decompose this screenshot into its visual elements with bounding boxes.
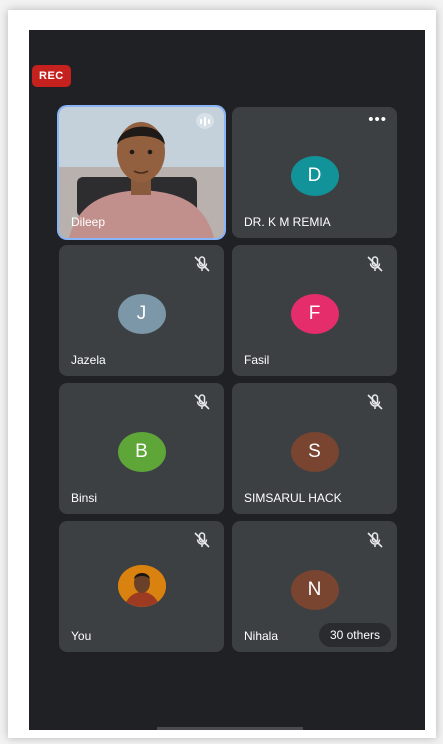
participant-tile-binsi[interactable]: B Binsi <box>59 383 224 514</box>
avatar: N <box>290 570 339 610</box>
meeting-screen: REC Dileep ••• D DR. K M REMIA J Jazela … <box>29 30 425 730</box>
participant-tile-jazela[interactable]: J Jazela <box>59 245 224 376</box>
participant-name: You <box>71 629 92 643</box>
mic-off-icon <box>367 256 383 272</box>
participant-name: SIMSARUL HACK <box>244 491 342 505</box>
participant-name: Binsi <box>71 491 98 505</box>
mic-off-icon <box>367 394 383 410</box>
participant-tile-dileep[interactable]: Dileep <box>59 107 224 238</box>
mic-off-icon <box>194 394 210 410</box>
mic-off-icon <box>194 532 210 548</box>
avatar: S <box>290 432 339 472</box>
avatar: D <box>290 156 339 196</box>
participant-name: Jazela <box>71 353 106 367</box>
participant-name: DR. K M REMIA <box>244 215 331 229</box>
mic-off-icon <box>194 256 210 272</box>
profile-photo-avatar <box>117 565 166 607</box>
more-options-icon[interactable]: ••• <box>368 112 387 127</box>
avatar: J <box>117 294 166 334</box>
avatar: B <box>117 432 166 472</box>
participant-name: Dileep <box>71 215 106 229</box>
participant-tile-fasil[interactable]: F Fasil <box>232 245 397 376</box>
participant-name: Fasil <box>244 353 270 367</box>
avatar: F <box>290 294 339 334</box>
recording-badge: REC <box>32 65 71 87</box>
participant-tile-you[interactable]: You <box>59 521 224 652</box>
others-count-chip[interactable]: 30 others <box>318 623 391 647</box>
participant-tile-dr-k-m-remia[interactable]: ••• D DR. K M REMIA <box>232 107 397 238</box>
participant-tile-simsarul-hack[interactable]: S SIMSARUL HACK <box>232 383 397 514</box>
participant-tile-nihala[interactable]: N Nihala 30 others <box>232 521 397 652</box>
home-indicator <box>157 727 303 730</box>
speaking-icon <box>196 113 214 129</box>
mic-off-icon <box>367 532 383 548</box>
participant-name: Nihala <box>244 629 279 643</box>
